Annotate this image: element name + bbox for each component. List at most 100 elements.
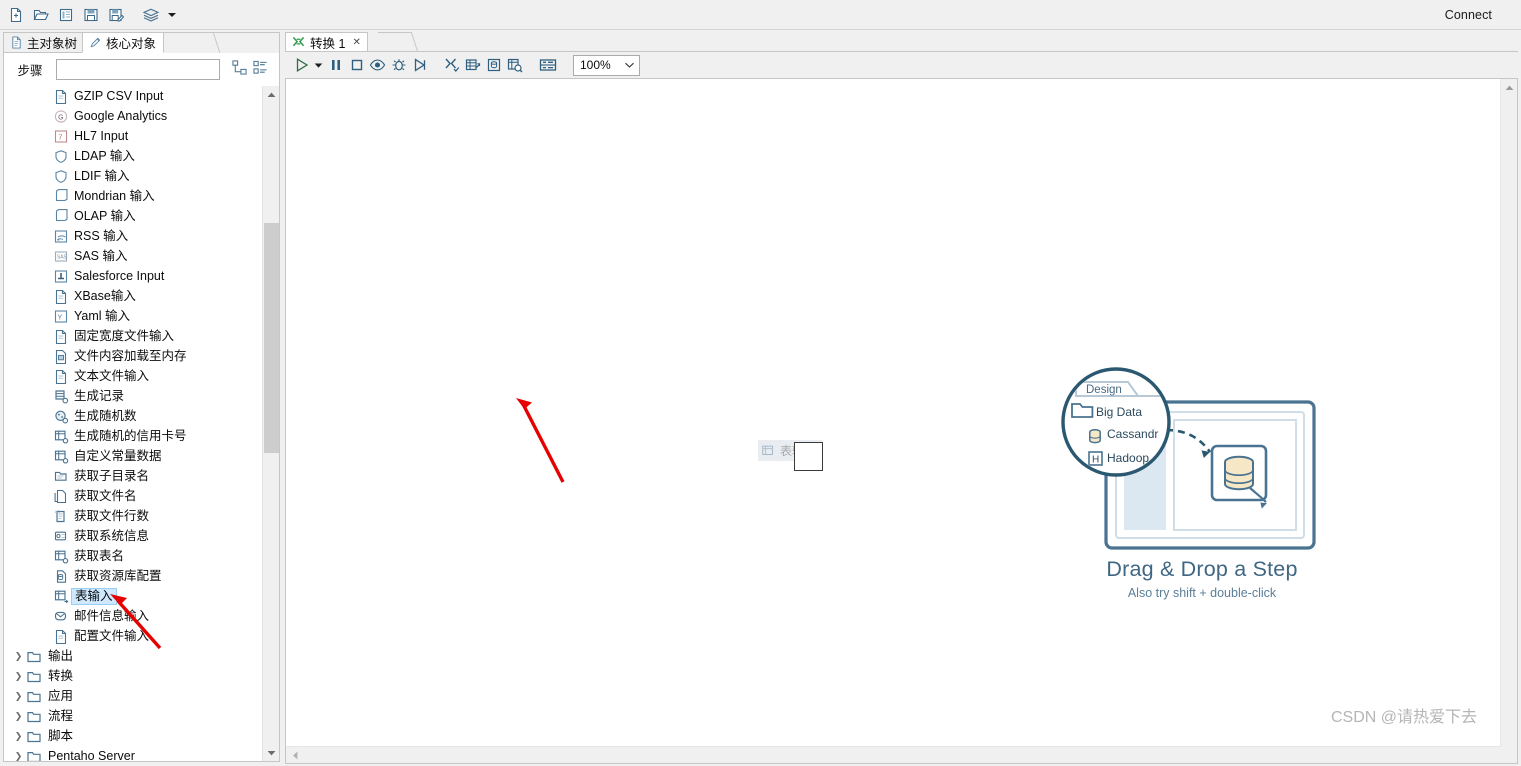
editor-tab-transformation-1[interactable]: 转换 1 ✕: [285, 32, 368, 52]
transformation-canvas[interactable]: Design Big Data Cassandr H Hadoop Drag &…: [286, 79, 1500, 746]
run-icon[interactable]: [291, 54, 312, 76]
tree-step-row[interactable]: 获取表名: [4, 546, 262, 566]
drop-target-outline: [794, 442, 823, 471]
tree-step-row[interactable]: 邮件信息输入: [4, 606, 262, 626]
tree-step-row[interactable]: 文本文件输入: [4, 366, 262, 386]
tree-step-row[interactable]: 7 HL7 Input: [4, 126, 262, 146]
tree-step-row[interactable]: RSS 输入: [4, 226, 262, 246]
tree-step-row[interactable]: OLAP 输入: [4, 206, 262, 226]
tree-folder-label: Pentaho Server: [48, 748, 135, 762]
chevron-right-icon[interactable]: ❯: [12, 651, 25, 662]
tree-step-row[interactable]: 获取文件名: [4, 486, 262, 506]
chevron-right-icon[interactable]: ❯: [12, 711, 25, 722]
tree-folder-row[interactable]: ❯ 输出: [4, 646, 262, 666]
tree-step-label: 生成随机的信用卡号: [74, 428, 187, 443]
table-input-icon: [54, 590, 68, 603]
tree-step-row[interactable]: 获取系统信息: [4, 526, 262, 546]
new-file-icon[interactable]: [4, 3, 28, 27]
tree-step-label: 获取文件名: [74, 488, 137, 503]
pause-icon[interactable]: [325, 54, 346, 76]
run-dropdown-caret-icon[interactable]: [312, 54, 325, 76]
inspect-icon[interactable]: [504, 54, 525, 76]
layers-icon[interactable]: [139, 3, 163, 27]
collapse-all-icon[interactable]: [253, 60, 268, 80]
tree-step-row[interactable]: 自定义常量数据: [4, 446, 262, 466]
tree-step-row[interactable]: 生成随机的信用卡号: [4, 426, 262, 446]
verify-icon[interactable]: [441, 54, 462, 76]
tab-main-object-tree[interactable]: 主对象树: [3, 32, 86, 53]
steps-tree-list[interactable]: GZIP CSV Input G Google Analytics 7 HL7 In…: [4, 86, 262, 762]
tree-folder-row[interactable]: ❯ 流程: [4, 706, 262, 726]
replay-icon[interactable]: [409, 54, 430, 76]
system-info-icon: [54, 531, 66, 540]
tree-step-row[interactable]: LDIF 输入: [4, 166, 262, 186]
tree-step-row[interactable]: XBase输入: [4, 286, 262, 306]
left-panel-tabstrip: 主对象树 核心对象: [3, 32, 280, 53]
shield-icon: [54, 149, 67, 163]
tree-folder-row[interactable]: ❯ Pentaho Server: [4, 746, 262, 762]
mail-icon: [52, 608, 69, 624]
tree-vertical-scrollbar[interactable]: [262, 86, 279, 761]
canvas-scroll-up-arrow-icon[interactable]: [1501, 79, 1518, 96]
canvas-scroll-left-arrow-icon[interactable]: [286, 747, 303, 764]
tree-step-row[interactable]: 获取子目录名: [4, 466, 262, 486]
tree-folder-row[interactable]: ❯ 脚本: [4, 726, 262, 746]
tree-folder-row[interactable]: ❯ 转换: [4, 666, 262, 686]
pencil-icon: [90, 37, 101, 48]
scroll-up-arrow-icon[interactable]: [263, 86, 279, 103]
preview-icon[interactable]: [367, 54, 388, 76]
tree-folder-row[interactable]: ❯ 应用: [4, 686, 262, 706]
tree-step-row[interactable]: 表输入: [4, 586, 262, 606]
repo-icon: [56, 569, 66, 583]
tree-step-row[interactable]: 生成记录: [4, 386, 262, 406]
tree-step-row[interactable]: 123 获取文件行数: [4, 506, 262, 526]
debug-icon[interactable]: [388, 54, 409, 76]
chevron-right-icon[interactable]: ❯: [12, 751, 25, 762]
tree-step-row[interactable]: Y Yaml 输入: [4, 306, 262, 326]
canvas-vertical-scrollbar[interactable]: [1500, 79, 1517, 746]
scrollbar-thumb[interactable]: [264, 223, 279, 453]
grid-icon[interactable]: [536, 54, 560, 76]
impact-icon[interactable]: [462, 54, 483, 76]
tree-step-row[interactable]: 获取资源库配置: [4, 566, 262, 586]
folder-icon: [26, 751, 41, 761]
file-input-icon: [55, 89, 66, 104]
save-as-icon[interactable]: [104, 3, 128, 27]
explorer-icon[interactable]: [54, 3, 78, 27]
layers-dropdown-caret-icon[interactable]: [164, 3, 180, 27]
tree-step-row[interactable]: Salesforce Input: [4, 266, 262, 286]
tree-step-label: HL7 Input: [74, 128, 129, 143]
canvas-horizontal-scrollbar[interactable]: [286, 746, 1500, 763]
tree-step-row[interactable]: LDAP 输入: [4, 146, 262, 166]
expand-all-icon[interactable]: [232, 59, 247, 80]
steps-tree-panel: GZIP CSV Input G Google Analytics 7 HL7 In…: [3, 86, 280, 762]
stop-icon[interactable]: [346, 54, 367, 76]
open-file-icon[interactable]: [29, 3, 53, 27]
connect-button[interactable]: Connect: [1445, 8, 1492, 22]
sql-icon[interactable]: [483, 54, 504, 76]
tree-step-row[interactable]: 生成随机数: [4, 406, 262, 426]
zoom-level-select[interactable]: 100%: [573, 54, 640, 76]
tab-label: 主对象树: [27, 37, 78, 51]
save-icon[interactable]: [79, 3, 103, 27]
tree-step-row[interactable]: Mondrian 输入: [4, 186, 262, 206]
close-icon[interactable]: ✕: [352, 37, 360, 48]
tree-step-row[interactable]: 固定宽度文件输入: [4, 326, 262, 346]
tree-step-row[interactable]: 配置文件输入: [4, 626, 262, 646]
chevron-right-icon[interactable]: ❯: [12, 731, 25, 742]
tree-step-row[interactable]: 文件内容加载至内存: [4, 346, 262, 366]
tree-step-label: 自定义常量数据: [74, 448, 162, 463]
cube-icon: [55, 208, 68, 221]
file-input-icon: [55, 289, 66, 304]
tree-step-row[interactable]: GZIP CSV Input: [4, 86, 262, 106]
tree-step-row[interactable]: G Google Analytics: [4, 106, 262, 126]
tree-step-row[interactable]: SAS SAS 输入: [4, 246, 262, 266]
chevron-right-icon[interactable]: ❯: [12, 691, 25, 702]
random-icon: [52, 408, 69, 424]
tree-step-label: GZIP CSV Input: [74, 88, 164, 103]
tab-core-objects[interactable]: 核心对象: [82, 32, 165, 53]
scroll-down-arrow-icon[interactable]: [263, 744, 279, 761]
search-input[interactable]: [56, 59, 220, 80]
hl7-icon: 7: [54, 129, 67, 143]
chevron-right-icon[interactable]: ❯: [12, 671, 25, 682]
